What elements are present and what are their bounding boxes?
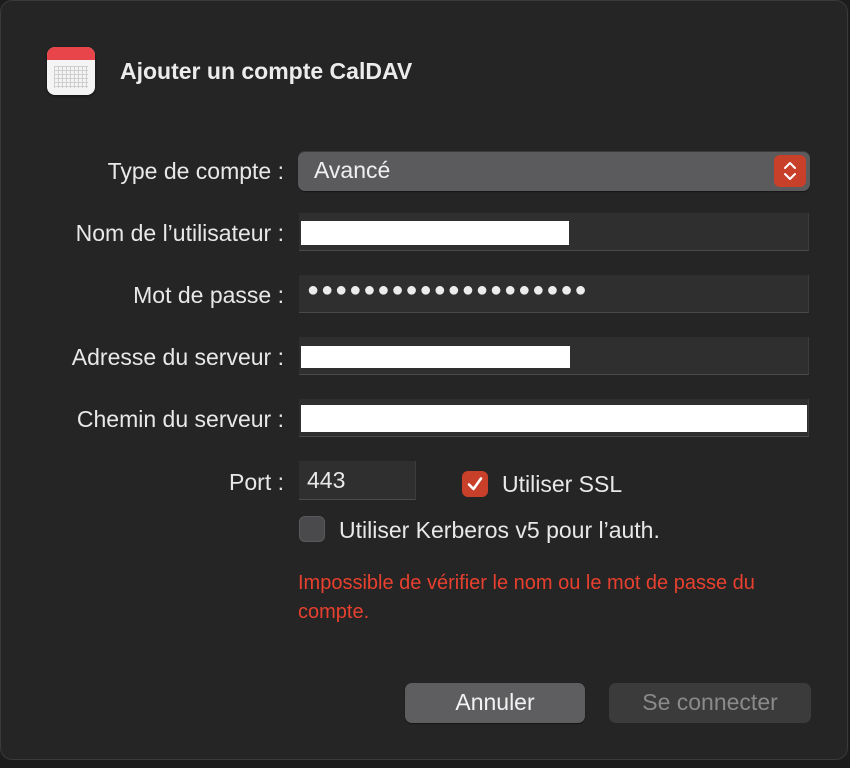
error-message: Impossible de vérifier le nom ou le mot …	[298, 572, 755, 623]
username-label: Nom de l’utilisateur :	[75, 220, 284, 246]
calendar-icon	[47, 47, 95, 95]
account-type-popup[interactable]: Avancé	[298, 151, 810, 191]
ssl-checkbox[interactable]	[462, 471, 488, 497]
port-value: 443	[307, 467, 346, 493]
add-caldav-account-dialog: Ajouter un compte CalDAV Type de compte …	[0, 0, 848, 760]
server-address-field[interactable]	[299, 337, 809, 375]
account-type-value: Avancé	[314, 157, 391, 183]
port-field[interactable]: 443	[299, 461, 416, 500]
cancel-button[interactable]: Annuler	[405, 683, 585, 723]
redacted-value	[301, 405, 807, 432]
password-field[interactable]: ●●●●●●●●●●●●●●●●●●●●	[299, 275, 809, 313]
port-label: Port :	[229, 469, 284, 495]
password-dots: ●●●●●●●●●●●●●●●●●●●●	[307, 279, 589, 301]
redacted-value	[301, 346, 570, 368]
connect-button[interactable]: Se connecter	[609, 683, 811, 723]
up-down-arrows-icon	[774, 155, 806, 187]
username-field[interactable]	[299, 213, 809, 251]
kerberos-checkbox[interactable]	[299, 516, 325, 542]
password-label: Mot de passe :	[133, 282, 284, 308]
redacted-value	[301, 221, 569, 245]
dialog-title: Ajouter un compte CalDAV	[120, 58, 413, 84]
ssl-label[interactable]: Utiliser SSL	[502, 471, 622, 498]
server-path-field[interactable]	[299, 399, 809, 437]
checkmark-icon	[467, 477, 483, 491]
kerberos-label[interactable]: Utiliser Kerberos v5 pour l’auth.	[339, 517, 660, 544]
server-address-label: Adresse du serveur :	[71, 344, 284, 370]
account-type-label: Type de compte :	[107, 158, 284, 184]
server-path-label: Chemin du serveur :	[76, 406, 284, 432]
